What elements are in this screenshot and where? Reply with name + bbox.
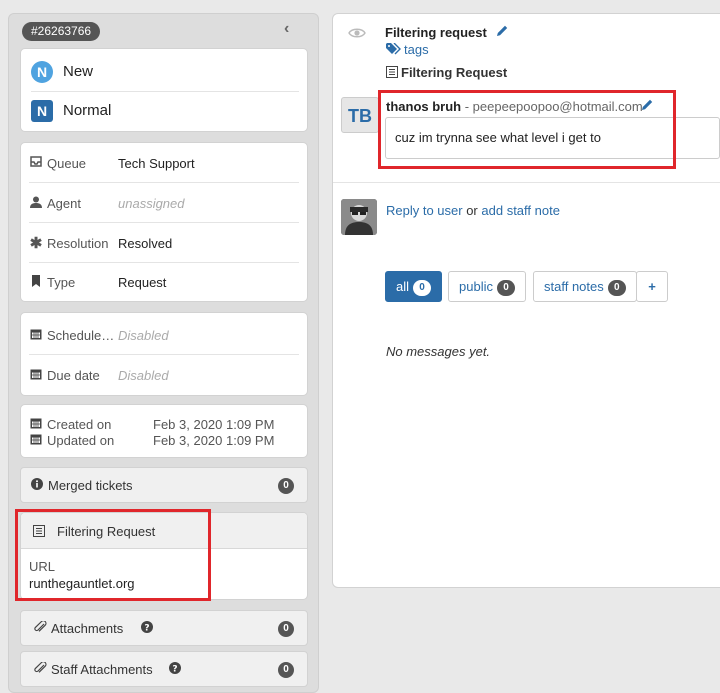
- schedule-box: Schedule… Disabled Due date Disabled: [20, 312, 308, 396]
- asterisk-icon: ✱: [29, 235, 43, 252]
- priority-badge: N: [31, 100, 53, 122]
- merged-tickets-label: Merged tickets: [48, 478, 133, 493]
- highlight-box: [15, 509, 211, 601]
- updated-value: Feb 3, 2020 1:09 PM: [153, 433, 275, 448]
- type-label: Type: [47, 275, 76, 290]
- properties-box: Queue Tech Support Agent unassigned ✱ Re…: [20, 142, 308, 302]
- due-date-value[interactable]: Disabled: [118, 368, 169, 383]
- resolution-label: Resolution: [47, 236, 109, 251]
- inbox-icon: [29, 156, 43, 170]
- queue-value[interactable]: Tech Support: [118, 156, 195, 171]
- attachments-count-badge: 0: [278, 621, 294, 637]
- status-label[interactable]: New: [63, 63, 93, 80]
- calendar-icon: [29, 417, 43, 432]
- paperclip-icon: [33, 620, 47, 636]
- divider: [29, 354, 299, 355]
- tab-staff-notes[interactable]: staff notes 0: [533, 271, 637, 302]
- due-date-label: Due date: [47, 368, 100, 383]
- svg-text:?: ?: [172, 664, 177, 674]
- reply-to-user-link[interactable]: Reply to user: [386, 203, 463, 218]
- edit-pencil-icon[interactable]: [496, 24, 509, 40]
- status-priority-box: N New N Normal: [20, 48, 308, 132]
- tab-public[interactable]: public 0: [448, 271, 526, 302]
- queue-label: Queue: [47, 156, 87, 171]
- staff-avatar: [341, 199, 377, 235]
- divider: [29, 222, 299, 223]
- collapse-sidebar-icon[interactable]: ‹: [284, 20, 289, 38]
- avatar: TB: [341, 97, 379, 133]
- eye-icon[interactable]: [348, 27, 366, 42]
- resolution-value[interactable]: Resolved: [118, 236, 172, 251]
- type-value[interactable]: Request: [118, 275, 166, 290]
- tab-all[interactable]: all 0: [385, 271, 443, 302]
- dates-box: Created on Feb 3, 2020 1:09 PM Updated o…: [20, 404, 308, 458]
- request-title: Filtering request: [385, 25, 487, 40]
- calendar-icon: [29, 328, 43, 343]
- priority-label[interactable]: Normal: [63, 102, 111, 119]
- divider: [333, 182, 720, 183]
- schedule-label: Schedule…: [47, 328, 115, 343]
- bookmark-icon: [29, 275, 43, 290]
- reply-row: Reply to user or add staff note: [386, 203, 560, 218]
- merged-count-badge: 0: [278, 478, 294, 494]
- reply-or-text: or: [462, 203, 482, 218]
- tab-label: staff notes: [544, 279, 604, 294]
- form-icon: [386, 66, 398, 81]
- svg-text:?: ?: [144, 623, 149, 633]
- help-icon[interactable]: ?: [169, 662, 181, 677]
- staff-attachments-label: Staff Attachments: [51, 662, 153, 677]
- tags-icon: [386, 42, 401, 58]
- user-icon: [29, 196, 43, 211]
- attachments-label: Attachments: [51, 621, 124, 636]
- paperclip-icon: [33, 661, 47, 677]
- info-icon: [31, 478, 43, 493]
- staff-attachments-section[interactable]: Staff Attachments ? 0: [20, 651, 308, 687]
- divider: [29, 262, 299, 263]
- divider: [29, 182, 299, 183]
- add-staff-note-link[interactable]: add staff note: [481, 203, 560, 218]
- tab-count: 0: [607, 280, 626, 296]
- calendar-icon: [29, 433, 43, 448]
- tab-label: public: [459, 279, 493, 294]
- add-tab-button[interactable]: +: [636, 271, 668, 302]
- staff-attachments-count-badge: 0: [278, 662, 294, 678]
- agent-label: Agent: [47, 196, 81, 211]
- calendar-icon: [29, 368, 43, 383]
- created-label: Created on: [47, 417, 112, 432]
- tags-link[interactable]: tags: [404, 42, 429, 57]
- agent-value[interactable]: unassigned: [118, 196, 185, 211]
- status-badge: N: [31, 61, 53, 83]
- request-form-name: Filtering Request: [401, 65, 508, 80]
- schedule-value[interactable]: Disabled: [118, 328, 169, 343]
- tab-label: all: [396, 279, 410, 294]
- divider: [31, 91, 299, 92]
- merged-tickets-section[interactable]: Merged tickets 0: [20, 467, 308, 503]
- ticket-id-badge: #26263766: [22, 22, 101, 41]
- help-icon[interactable]: ?: [141, 621, 153, 636]
- created-value: Feb 3, 2020 1:09 PM: [153, 417, 275, 432]
- tab-count: 0: [413, 280, 432, 296]
- attachments-section[interactable]: Attachments ? 0: [20, 610, 308, 646]
- highlight-box: [378, 90, 676, 169]
- tab-count: 0: [496, 280, 515, 296]
- empty-state: No messages yet.: [386, 344, 491, 359]
- updated-label: Updated on: [47, 433, 115, 448]
